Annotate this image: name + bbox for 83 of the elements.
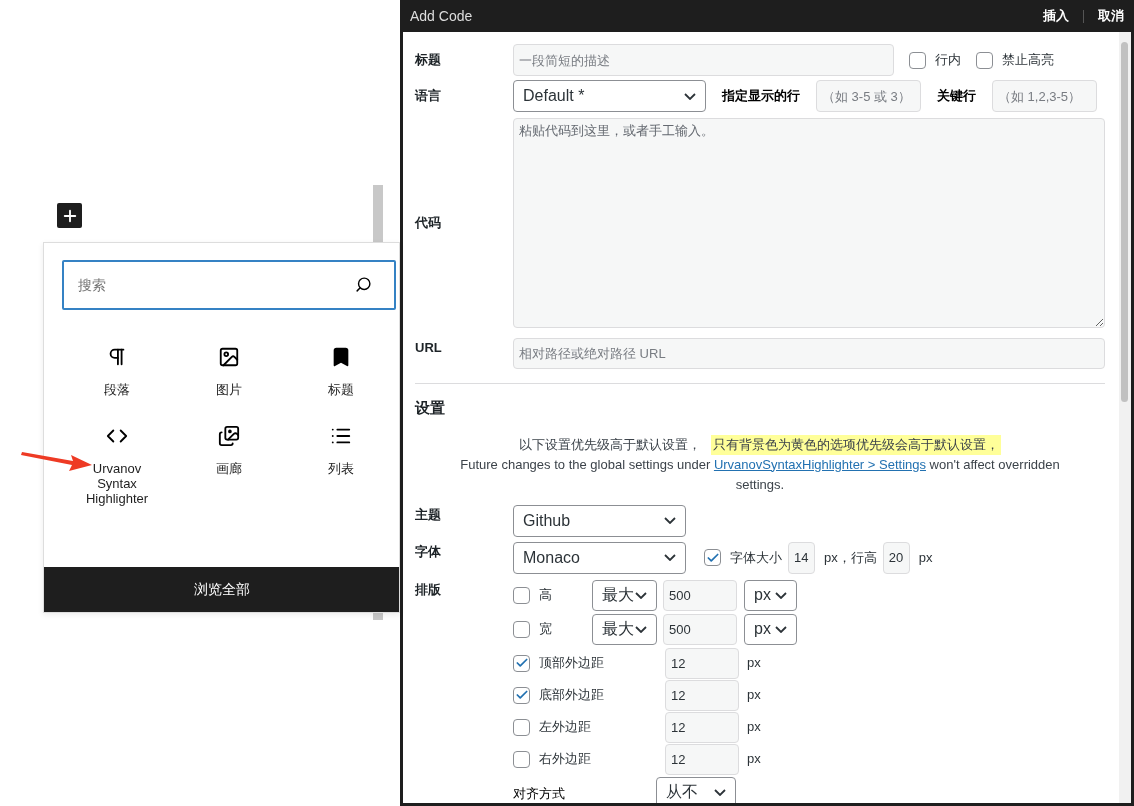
dropdown[interactable]: px xyxy=(744,613,797,645)
chevron-down-icon xyxy=(714,788,726,796)
search-field[interactable]: 搜索 xyxy=(62,260,396,310)
input-field[interactable]: 一段简短的描述 xyxy=(513,44,894,76)
checkbox[interactable] xyxy=(976,51,993,69)
image-icon xyxy=(218,346,240,368)
checkbox-label: 行内 xyxy=(935,51,961,70)
chevron-down-icon xyxy=(775,625,787,633)
highlighted-notice: 只有背景色为黄色的选项优先级会高于默认设置， xyxy=(711,434,1001,455)
browse-all-button[interactable]: 浏览全部 xyxy=(44,567,399,612)
field-label: 指定显示的行 xyxy=(722,87,800,106)
option-label: 宽 xyxy=(539,620,553,639)
chevron-down-icon xyxy=(635,625,647,633)
block-item[interactable]: 列表 xyxy=(285,425,397,506)
dialog-action-button[interactable]: 插入 xyxy=(1043,6,1069,26)
block-item[interactable]: 标题 xyxy=(285,346,397,397)
checkbox[interactable] xyxy=(513,654,530,672)
option-label: 字体大小 xyxy=(730,548,782,567)
option-label: 左外边距 xyxy=(539,718,592,737)
dropdown[interactable]: 最大 xyxy=(592,613,657,645)
input-field[interactable]: （如 1,2,3-5） xyxy=(992,80,1097,112)
chevron-down-icon xyxy=(664,554,676,561)
unit-label: px xyxy=(747,654,761,673)
checkbox[interactable] xyxy=(513,718,530,736)
checkbox[interactable] xyxy=(513,750,530,768)
field-label: URL xyxy=(415,339,443,357)
field-label: 代码 xyxy=(415,214,442,233)
input-field[interactable]: （如 3-5 或 3） xyxy=(816,80,921,112)
field-label: 语言 xyxy=(415,87,442,106)
dialog-action-button[interactable]: 取消 xyxy=(1098,6,1124,26)
chevron-down-icon xyxy=(775,591,787,599)
block-item[interactable]: 段落 xyxy=(61,346,173,397)
checkbox[interactable] xyxy=(513,586,530,604)
dropdown[interactable]: 最大 xyxy=(592,579,657,611)
gallery-icon xyxy=(218,425,240,447)
option-label: 高 xyxy=(539,586,553,605)
input-field[interactable]: 500 xyxy=(663,613,737,645)
unit-label: px xyxy=(747,686,761,705)
dropdown[interactable]: Default * xyxy=(513,80,706,112)
notice-text: 以下设置优先级高于默认设置， xyxy=(519,435,701,454)
input-field[interactable]: 12 xyxy=(665,647,739,679)
option-label: 顶部外边距 xyxy=(539,654,605,673)
input-field[interactable]: 14 xyxy=(788,541,815,574)
input-field[interactable]: 相对路径或绝对路径 URL xyxy=(513,338,1105,369)
block-item[interactable]: 画廊 xyxy=(173,425,285,506)
block-item[interactable]: Urvanov Syntax Highlighter xyxy=(61,425,173,506)
field-label: 排版 xyxy=(415,580,442,599)
dialog-title: Add Code xyxy=(410,6,473,26)
chevron-down-icon xyxy=(684,92,696,100)
dropdown[interactable]: Monaco xyxy=(513,541,686,574)
option-label: 底部外边距 xyxy=(539,686,605,705)
settings-note: Future changes to the global settings under UrvanovSyntaxHighlighter > Settings won't affect overridden settings. xyxy=(459,455,1061,494)
input-field[interactable]: 12 xyxy=(665,679,739,711)
checkbox[interactable] xyxy=(513,686,530,704)
checkbox[interactable] xyxy=(909,51,926,69)
input-field[interactable]: 500 xyxy=(663,579,737,611)
field-label: 主题 xyxy=(415,505,442,524)
unit-label: px xyxy=(747,718,761,737)
option-label: 右外边距 xyxy=(539,750,592,769)
chevron-down-icon xyxy=(664,517,676,524)
block-item[interactable]: 图片 xyxy=(173,346,285,397)
field-label: 关键行 xyxy=(937,87,976,106)
checkbox[interactable] xyxy=(704,549,721,566)
checkbox-label: 禁止高亮 xyxy=(1002,51,1054,70)
dropdown[interactable]: 从不 xyxy=(656,776,736,803)
unit-label: px xyxy=(747,750,761,769)
unit-label: px，行高 xyxy=(824,548,877,567)
chevron-down-icon xyxy=(635,591,647,599)
settings-link[interactable]: UrvanovSyntaxHighlighter > Settings xyxy=(713,456,926,472)
checkbox[interactable] xyxy=(513,620,530,638)
input-field[interactable]: 12 xyxy=(665,711,739,743)
unit-label: px xyxy=(918,548,933,567)
field-label: 标题 xyxy=(415,51,442,70)
input-field[interactable]: 12 xyxy=(665,743,739,775)
section-heading: 设置 xyxy=(415,398,446,418)
input-field[interactable]: 20 xyxy=(882,541,910,574)
add-block-button[interactable] xyxy=(57,203,82,228)
dropdown[interactable]: px xyxy=(744,579,797,611)
dropdown[interactable]: Github xyxy=(513,504,686,537)
search-icon xyxy=(355,276,372,293)
code-textarea[interactable]: 粘贴代码到这里，或者手工输入。 xyxy=(513,118,1105,328)
option-label: 对齐方式 xyxy=(513,784,566,803)
field-label: 字体 xyxy=(415,542,442,561)
